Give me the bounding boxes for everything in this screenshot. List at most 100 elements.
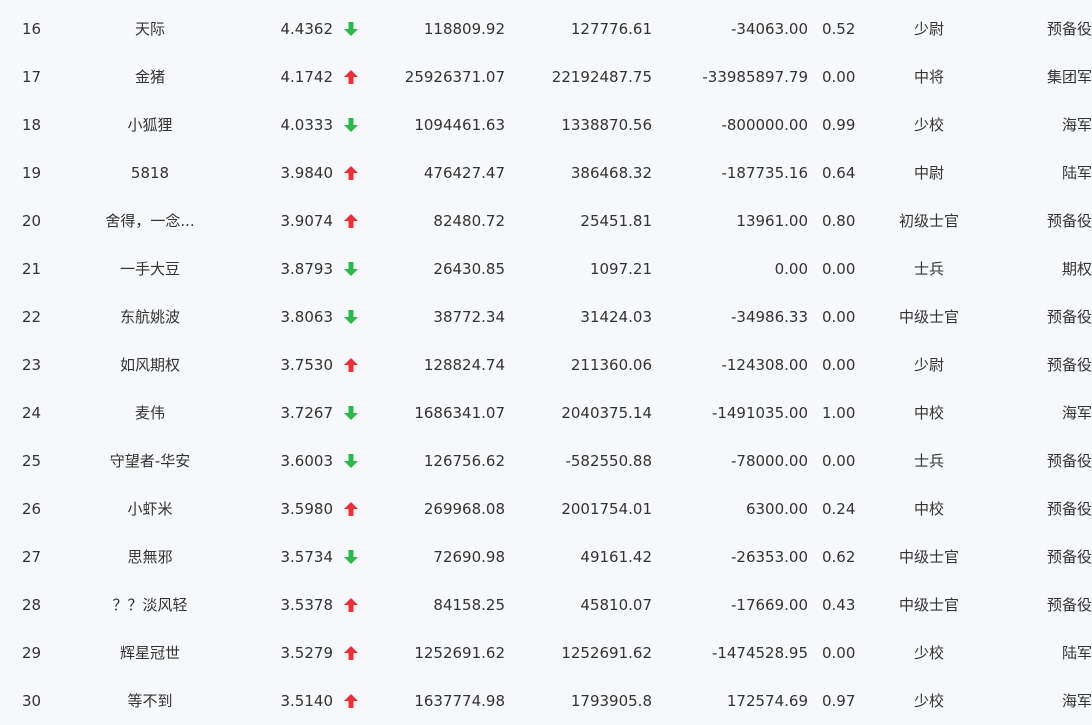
ratio-cell: 0.43 bbox=[822, 596, 856, 614]
rank-cell: 22 bbox=[22, 308, 42, 326]
table-row: 16 天际 4.4362 118809.92 127776.61 -34063.00 0.5… bbox=[0, 5, 1092, 53]
ratio-cell: 0.00 bbox=[822, 68, 856, 86]
rank-cell: 17 bbox=[22, 68, 42, 86]
table-row: 19 5818 3.9840 476427.47 386468.32 -187735.16… bbox=[0, 149, 1092, 197]
player-name-link[interactable]: 舍得，一念... bbox=[80, 197, 220, 245]
player-name-link[interactable]: 辉星冠世 bbox=[80, 629, 220, 677]
value-1-cell: 26430.85 bbox=[433, 260, 505, 278]
branch-cell: 预备役 bbox=[1046, 596, 1092, 614]
value-2-cell: 211360.06 bbox=[570, 356, 652, 374]
player-name-link[interactable]: 守望者-华安 bbox=[80, 437, 220, 485]
score-cell: 3.6003 bbox=[280, 452, 334, 470]
rank-cell: 30 bbox=[22, 692, 42, 710]
branch-cell: 预备役 bbox=[1046, 452, 1092, 470]
table-row: 22 东航姚波 3.8063 38772.34 31424.03 -34986.33 0.0… bbox=[0, 293, 1092, 341]
player-name-link[interactable]: ？？淡风轻 bbox=[80, 581, 220, 629]
value-1-cell: 82480.72 bbox=[433, 212, 505, 230]
score-cell: 3.7267 bbox=[280, 404, 334, 422]
arrow-up-icon bbox=[342, 677, 360, 725]
rank-cell: 20 bbox=[22, 212, 42, 230]
arrow-down-icon bbox=[342, 101, 360, 149]
branch-cell: 陆军 bbox=[1061, 644, 1092, 662]
rank-title-cell: 中级士官 bbox=[898, 596, 959, 614]
score-cell: 3.7530 bbox=[280, 356, 334, 374]
branch-cell: 预备役 bbox=[1046, 20, 1092, 38]
player-name-link[interactable]: 5818 bbox=[80, 149, 220, 197]
rank-cell: 24 bbox=[22, 404, 42, 422]
score-cell: 3.5140 bbox=[280, 692, 334, 710]
ratio-cell: 0.97 bbox=[822, 692, 856, 710]
score-cell: 3.9074 bbox=[280, 212, 334, 230]
value-2-cell: 127776.61 bbox=[570, 20, 652, 38]
value-2-cell: 1252691.62 bbox=[561, 644, 652, 662]
value-3-cell: -34986.33 bbox=[731, 308, 808, 326]
score-cell: 4.1742 bbox=[280, 68, 334, 86]
value-2-cell: 49161.42 bbox=[580, 548, 652, 566]
value-1-cell: 1094461.63 bbox=[414, 116, 505, 134]
table-row: 25 守望者-华安 3.6003 126756.62 -582550.88 -78000.… bbox=[0, 437, 1092, 485]
value-3-cell: -78000.00 bbox=[731, 452, 808, 470]
value-2-cell: 45810.07 bbox=[580, 596, 652, 614]
player-name-link[interactable]: 思無邪 bbox=[80, 533, 220, 581]
player-name-link[interactable]: 如风期权 bbox=[80, 341, 220, 389]
rank-cell: 16 bbox=[22, 20, 42, 38]
ratio-cell: 0.52 bbox=[822, 20, 856, 38]
value-3-cell: -1491035.00 bbox=[711, 404, 808, 422]
player-name-link[interactable]: 等不到 bbox=[80, 677, 220, 725]
rank-title-cell: 士兵 bbox=[913, 260, 944, 278]
ratio-cell: 0.99 bbox=[822, 116, 856, 134]
table-row: 30 等不到 3.5140 1637774.98 1793905.8 172574.69 0… bbox=[0, 677, 1092, 725]
arrow-down-icon bbox=[342, 245, 360, 293]
rank-cell: 29 bbox=[22, 644, 42, 662]
arrow-up-icon bbox=[342, 53, 360, 101]
ratio-cell: 0.00 bbox=[822, 452, 856, 470]
ratio-cell: 0.00 bbox=[822, 644, 856, 662]
arrow-down-icon bbox=[342, 5, 360, 53]
arrow-down-icon bbox=[342, 293, 360, 341]
player-name-link[interactable]: 小狐狸 bbox=[80, 101, 220, 149]
player-name-link[interactable]: 天际 bbox=[80, 5, 220, 53]
value-2-cell: 1793905.8 bbox=[570, 692, 652, 710]
player-name-link[interactable]: 东航姚波 bbox=[80, 293, 220, 341]
value-1-cell: 84158.25 bbox=[433, 596, 505, 614]
rank-title-cell: 少尉 bbox=[913, 20, 944, 38]
value-1-cell: 128824.74 bbox=[423, 356, 505, 374]
score-cell: 3.8063 bbox=[280, 308, 334, 326]
value-3-cell: -187735.16 bbox=[721, 164, 808, 182]
table-row: 27 思無邪 3.5734 72690.98 49161.42 -26353.00 0.62… bbox=[0, 533, 1092, 581]
rank-title-cell: 少校 bbox=[913, 692, 944, 710]
value-2-cell: 31424.03 bbox=[580, 308, 652, 326]
player-name-link[interactable]: 一手大豆 bbox=[80, 245, 220, 293]
player-name-link[interactable]: 麦伟 bbox=[80, 389, 220, 437]
value-1-cell: 25926371.07 bbox=[404, 68, 505, 86]
arrow-up-icon bbox=[342, 629, 360, 677]
value-3-cell: 0.00 bbox=[774, 260, 808, 278]
value-2-cell: 25451.81 bbox=[580, 212, 652, 230]
value-3-cell: -33985897.79 bbox=[702, 68, 808, 86]
score-cell: 3.5734 bbox=[280, 548, 334, 566]
arrow-down-icon bbox=[342, 533, 360, 581]
rank-title-cell: 初级士官 bbox=[898, 212, 959, 230]
value-2-cell: 1338870.56 bbox=[561, 116, 652, 134]
value-3-cell: 172574.69 bbox=[726, 692, 808, 710]
branch-cell: 海军 bbox=[1061, 116, 1092, 134]
arrow-up-icon bbox=[342, 485, 360, 533]
value-3-cell: -800000.00 bbox=[721, 116, 808, 134]
rank-title-cell: 中级士官 bbox=[898, 548, 959, 566]
rank-cell: 19 bbox=[22, 164, 42, 182]
branch-cell: 预备役 bbox=[1046, 356, 1092, 374]
value-3-cell: -17669.00 bbox=[731, 596, 808, 614]
rank-title-cell: 中将 bbox=[913, 68, 944, 86]
player-name-link[interactable]: 金猪 bbox=[80, 53, 220, 101]
rank-cell: 23 bbox=[22, 356, 42, 374]
value-1-cell: 118809.92 bbox=[423, 20, 505, 38]
player-name-link[interactable]: 小虾米 bbox=[80, 485, 220, 533]
arrow-down-icon bbox=[342, 437, 360, 485]
value-3-cell: -34063.00 bbox=[731, 20, 808, 38]
rank-cell: 28 bbox=[22, 596, 42, 614]
value-1-cell: 1637774.98 bbox=[414, 692, 505, 710]
rank-cell: 21 bbox=[22, 260, 42, 278]
value-1-cell: 1252691.62 bbox=[414, 644, 505, 662]
score-cell: 3.9840 bbox=[280, 164, 334, 182]
value-1-cell: 126756.62 bbox=[423, 452, 505, 470]
